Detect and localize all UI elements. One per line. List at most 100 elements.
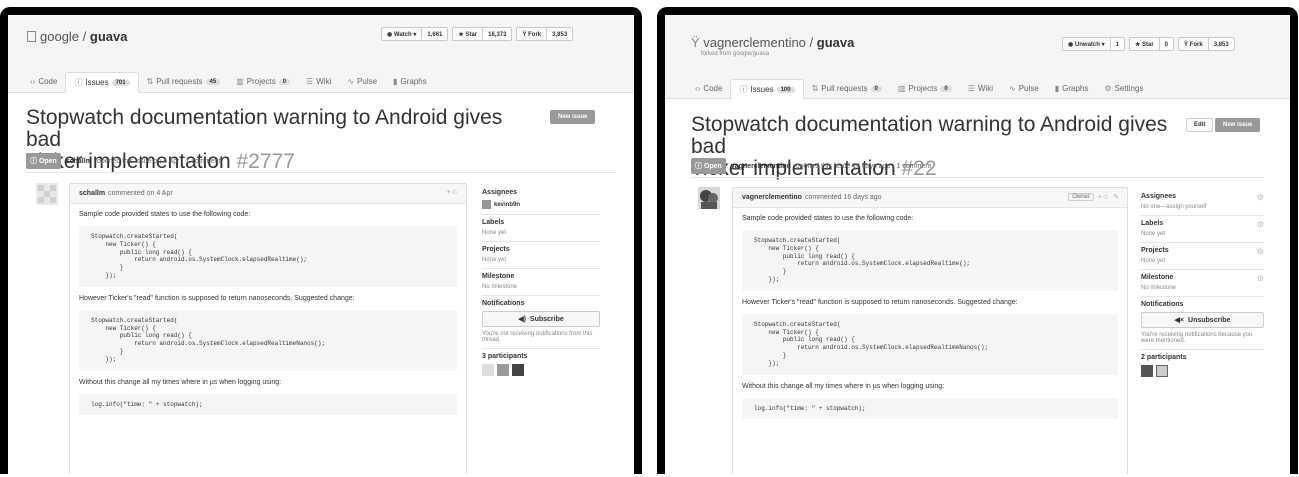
star-count[interactable]: 0 — [1159, 38, 1173, 50]
sidebar-heading: Notifications — [482, 300, 525, 307]
fork-count[interactable]: 3,853 — [1208, 38, 1234, 50]
issue-sidebar: Assignees ⚙ No one—assign yourself Label… — [1141, 189, 1264, 382]
unsubscribe-button[interactable]: ◀× Unsubscribe — [1141, 312, 1264, 328]
sidebar-heading: Projects — [1141, 247, 1169, 254]
pull-request-icon: ⇅ — [146, 77, 154, 86]
star-count[interactable]: 16,373 — [483, 28, 512, 40]
tab-projects[interactable]: ▥ Projects 0 — [228, 72, 298, 91]
tab-pull-requests[interactable]: ⇅ Pull requests 0 — [804, 79, 890, 98]
tab-label: Code — [703, 84, 723, 93]
tab-code[interactable]: ‹› Code — [687, 79, 730, 98]
new-issue-button[interactable]: New issue — [550, 110, 596, 124]
fork-count[interactable]: 3,853 — [547, 28, 573, 40]
sidebar-value[interactable]: No one—assign yourself — [1141, 204, 1264, 210]
gear-icon[interactable]: ⚙ — [1257, 193, 1264, 202]
avatar[interactable] — [36, 183, 58, 205]
issue-meta-text: opened this issue on 4 Apr · 1 comment — [96, 157, 221, 165]
sidebar-assignees: Assignees ⚙ No one—assign yourself — [1141, 189, 1264, 216]
gear-icon[interactable]: ⚙ — [1257, 274, 1264, 283]
graph-icon: ▮ — [393, 77, 398, 86]
participant-avatar[interactable] — [482, 364, 494, 376]
repo-nav-tabs: ‹› Code ⓘ Issues 100 ⇅ Pull requests 0 ▥ Proje… — [687, 79, 1151, 100]
tab-pulse[interactable]: ∿ Pulse — [339, 72, 385, 91]
subscribe-label: Unsubscribe — [1188, 316, 1231, 324]
unwatch-button[interactable]: ◉ Unwatch ▾ 1 — [1062, 37, 1125, 51]
pencil-icon[interactable]: ✎ — [1113, 193, 1119, 201]
gear-icon[interactable]: ⚙ — [1257, 220, 1264, 229]
tab-settings[interactable]: ⚙ Settings — [1096, 79, 1151, 98]
tab-wiki[interactable]: ☰ Wiki — [298, 72, 339, 91]
sidebar-value: None yet — [1141, 231, 1166, 237]
sidebar-heading: Milestone — [482, 273, 515, 280]
participant-avatar[interactable] — [1141, 365, 1153, 377]
repo-title: Ÿ vagnerclementino / guava — [691, 35, 854, 50]
project-icon: ▥ — [897, 84, 906, 93]
sidebar-notifications: Notifications ◀× Unsubscribe You're recei… — [1141, 297, 1264, 350]
comment-body: Sample code provided states to use the f… — [70, 204, 466, 430]
assignee-link[interactable]: kevinb9n — [494, 202, 520, 208]
right-screenshot-frame: Ÿ vagnerclementino / guava forked from g… — [657, 7, 1298, 474]
participant-avatar[interactable] — [512, 364, 524, 376]
pulse-icon: ∿ — [1008, 84, 1016, 93]
tab-pulse[interactable]: ∿ Pulse — [1001, 79, 1047, 98]
repo-title: google / guava — [27, 29, 127, 44]
tab-wiki[interactable]: ☰ Wiki — [960, 79, 1001, 98]
comment-author-link[interactable]: schallm — [79, 190, 105, 197]
comment-meta: commented 16 days ago — [804, 194, 882, 201]
tab-issues[interactable]: ⓘ Issues 701 — [65, 72, 139, 93]
tab-count: 0 — [940, 85, 952, 92]
forked-from-link[interactable]: forked from google/guava — [701, 51, 769, 57]
fork-button[interactable]: Ÿ Fork 3,853 — [516, 27, 574, 41]
edit-button[interactable]: Edit — [1186, 118, 1214, 132]
repo-owner-link[interactable]: vagnerclementino — [703, 35, 806, 50]
tab-issues[interactable]: ⓘ Issues 100 — [730, 79, 804, 100]
divider — [26, 172, 616, 173]
watch-count[interactable]: 1 — [1110, 38, 1124, 50]
tab-code[interactable]: ‹› Code — [22, 72, 65, 91]
tab-graphs[interactable]: ▮ Graphs — [385, 72, 435, 91]
gear-icon[interactable]: ⚙ — [1257, 247, 1264, 256]
comment-author-link[interactable]: vagnerclementino — [742, 194, 802, 201]
author-link[interactable]: schallm — [66, 158, 92, 165]
author-link[interactable]: vagnerclementino — [731, 163, 791, 170]
code-block: Stopwatch.createStarted( new Ticker() { … — [742, 230, 1118, 291]
watch-button[interactable]: ◉ Watch ▾ 1,661 — [381, 27, 449, 41]
sidebar-value: None yet — [1141, 258, 1166, 264]
watch-label: Unwatch ▾ — [1074, 42, 1105, 48]
issue-title-line-1: Stopwatch documentation warning to Andro… — [26, 106, 503, 151]
avatar[interactable] — [698, 187, 720, 209]
sidebar-participants: 3 participants — [482, 349, 600, 381]
fork-button[interactable]: Ÿ Fork 3,853 — [1178, 37, 1235, 51]
add-reaction-icon[interactable]: +☺ — [447, 189, 458, 196]
project-icon: ▥ — [236, 77, 244, 86]
subscribe-label: Subscribe — [529, 315, 564, 323]
new-issue-button[interactable]: New issue — [1215, 118, 1261, 132]
tab-label: Graphs — [1062, 84, 1089, 93]
tab-graphs[interactable]: ▮ Graphs — [1047, 79, 1097, 98]
sidebar-labels: Labels None yet — [482, 215, 600, 242]
star-button[interactable]: ★ Star 16,373 — [452, 27, 513, 41]
repo-name-link[interactable]: guava — [90, 29, 128, 44]
issue-comment: vagnerclementino commented 16 days ago O… — [732, 187, 1128, 474]
watch-count[interactable]: 1,661 — [422, 28, 448, 40]
star-label: Star — [465, 32, 478, 38]
issue-sidebar: Assignees kevinb9n Labels None yet Proje… — [482, 185, 600, 381]
participant-avatar[interactable] — [497, 364, 509, 376]
participant-avatar[interactable] — [1156, 365, 1168, 377]
star-button[interactable]: ★ Star 0 — [1128, 37, 1174, 51]
tab-label: Pulse — [357, 77, 378, 86]
subscribe-button[interactable]: ◀) Subscribe — [482, 311, 600, 327]
sidebar-value: None yet — [482, 230, 507, 236]
repo-action-buttons: ◉ Watch ▾ 1,661 ★ Star 16,373 Ÿ Fork 3,853 — [381, 27, 574, 41]
assignee-avatar[interactable] — [482, 200, 491, 209]
repo-icon — [27, 31, 36, 42]
add-reaction-icon[interactable]: +☺ — [1098, 194, 1109, 201]
sidebar-value: No milestone — [482, 284, 518, 290]
tab-projects[interactable]: ▥ Projects 0 — [890, 79, 960, 98]
notification-reason: You're receiving notifications because y… — [1141, 332, 1253, 344]
mute-icon: ◀× — [1174, 317, 1185, 324]
tab-pull-requests[interactable]: ⇅ Pull requests 45 — [139, 72, 229, 91]
repo-owner-link[interactable]: google — [40, 29, 79, 44]
issue-number: #2777 — [236, 150, 295, 173]
repo-name-link[interactable]: guava — [817, 35, 855, 50]
